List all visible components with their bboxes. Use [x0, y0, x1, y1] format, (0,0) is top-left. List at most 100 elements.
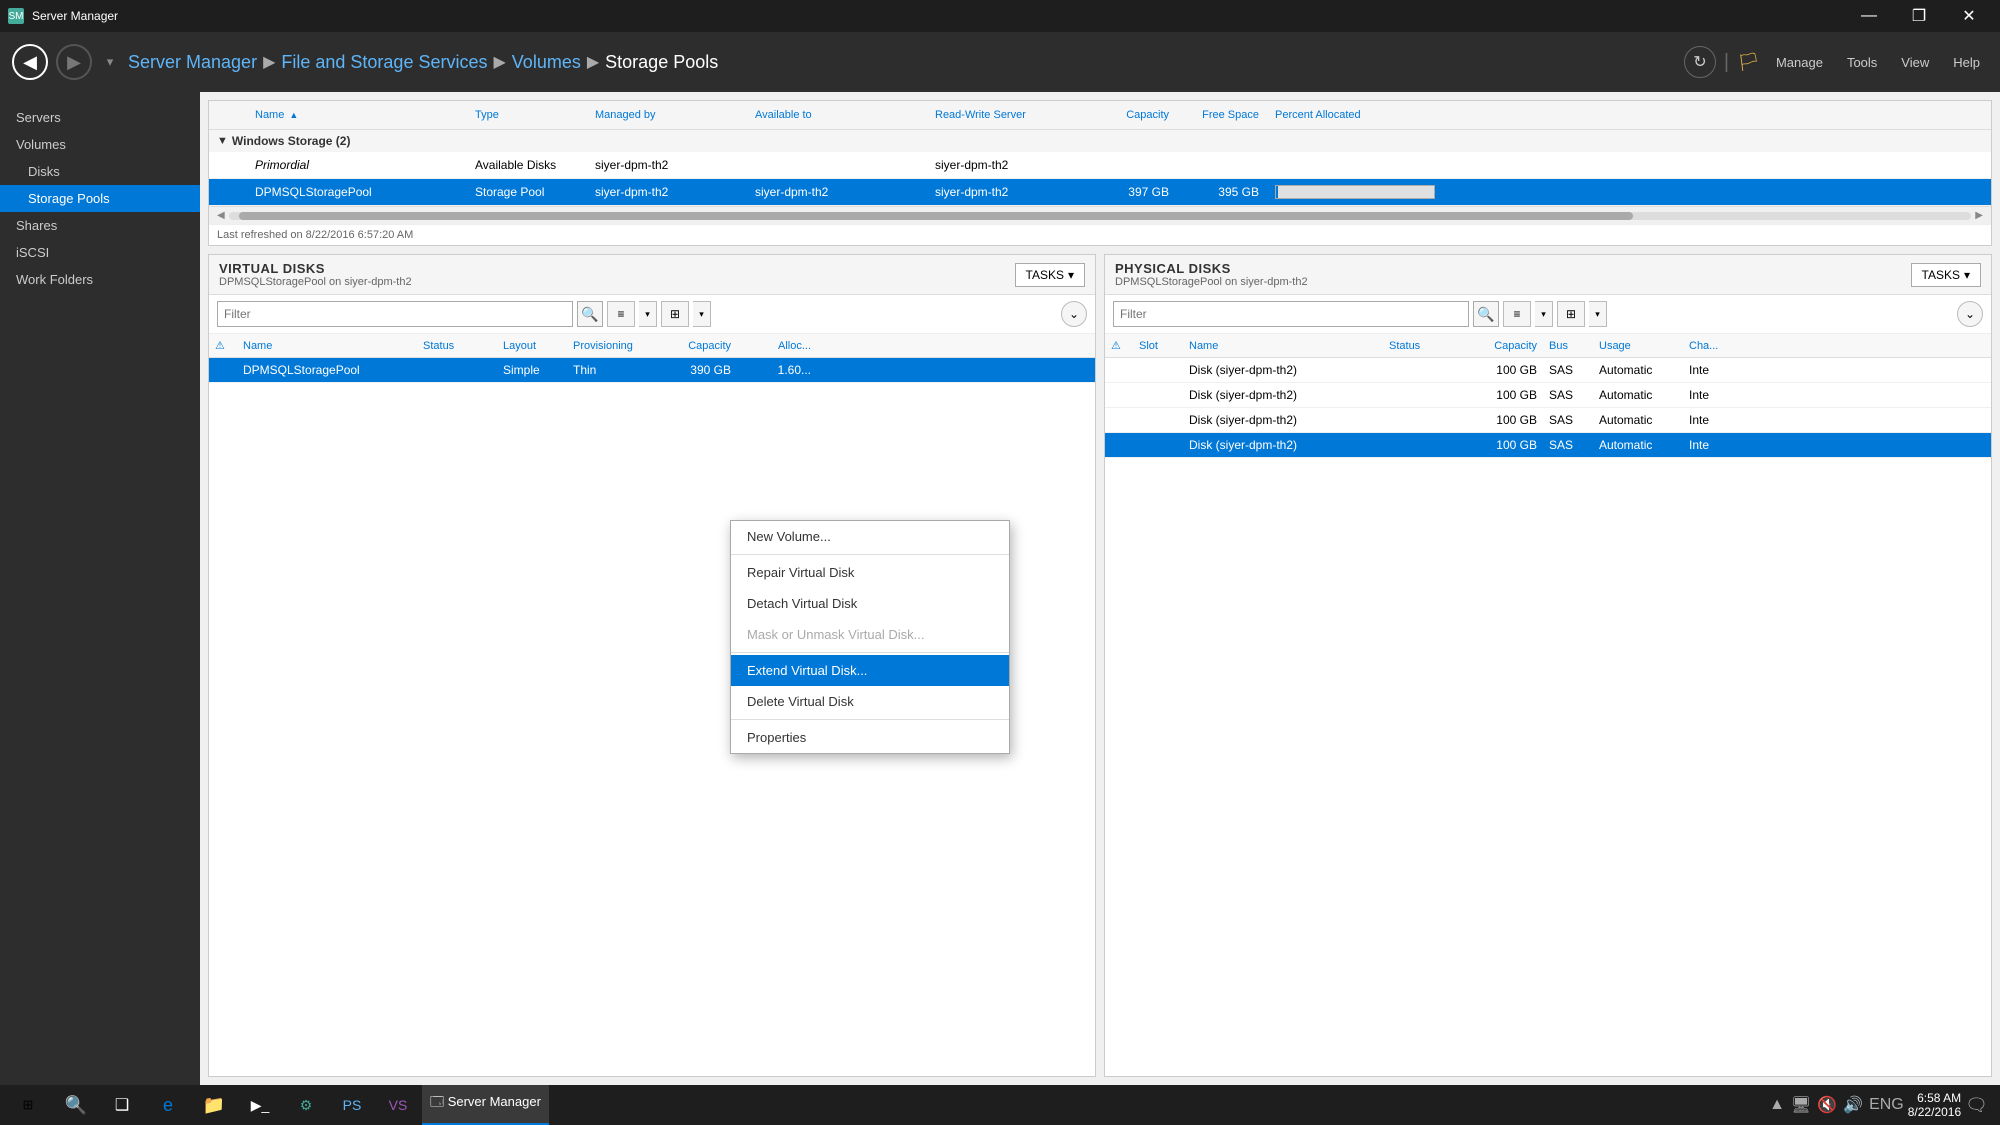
content-area: Name ▲ Type Managed by Available to Read… [200, 92, 2000, 1085]
title-bar: SM Server Manager — ❐ ✕ [0, 0, 2000, 32]
vdisk-tasks-button[interactable]: TASKS ▾ [1015, 263, 1086, 287]
speaker-icon[interactable]: 🔊 [1843, 1095, 1863, 1115]
pdisk-grid-icon[interactable]: ⊞ [1557, 301, 1585, 327]
taskbar-ps[interactable]: PS [330, 1085, 374, 1125]
sidebar-item-shares[interactable]: Shares [0, 212, 200, 239]
taskbar-search[interactable]: 🔍 [54, 1085, 98, 1125]
vdisk-grid-dropdown[interactable]: ▾ [693, 301, 711, 327]
minimize-button[interactable]: — [1846, 0, 1892, 32]
table-row-selected[interactable]: DPMSQLStoragePool Storage Pool siyer-dpm… [209, 179, 1991, 206]
td-warning [217, 189, 247, 195]
taskbar-task-view[interactable]: ❑ [100, 1085, 144, 1125]
sidebar-item-disks[interactable]: Disks [0, 158, 200, 185]
vdisk-grid-icon[interactable]: ⊞ [661, 301, 689, 327]
pdisk-th-usage[interactable]: Usage [1593, 337, 1683, 355]
pdisk-th-status[interactable]: Status [1383, 337, 1463, 355]
help-button[interactable]: Help [1945, 51, 1988, 74]
th-available[interactable]: Available to [747, 105, 927, 125]
ctx-separator [731, 554, 1009, 555]
notification-icon[interactable]: 🗨 [1965, 1095, 1988, 1116]
th-name[interactable]: Name ▲ [247, 105, 467, 125]
vdisk-th-layout[interactable]: Layout [497, 337, 567, 355]
vdisk-th-alloc[interactable]: Alloc... [737, 337, 817, 355]
pdisk-view-icon[interactable]: ≡ [1503, 301, 1531, 327]
eng-label[interactable]: ENG [1869, 1096, 1904, 1114]
tools-button[interactable]: Tools [1839, 51, 1885, 74]
pdisk-table-header: ⚠ Slot Name Status Capacity Bus Usage Ch… [1105, 334, 1991, 358]
breadcrumb-volumes[interactable]: Volumes [512, 52, 581, 73]
pdisk-row[interactable]: Disk (siyer-dpm-th2) 100 GB SAS Automati… [1105, 358, 1991, 383]
pdisk-row[interactable]: Disk (siyer-dpm-th2) 100 GB SAS Automati… [1105, 408, 1991, 433]
th-capacity[interactable]: Capacity [1087, 105, 1177, 125]
section-expand-icon[interactable]: ▼ [217, 135, 228, 147]
pdisk-view-dropdown[interactable]: ▾ [1535, 301, 1553, 327]
vdisk-th-name[interactable]: Name [237, 337, 417, 355]
show-hidden-icon[interactable]: ▲ [1769, 1096, 1785, 1114]
sidebar-item-iscsi[interactable]: iSCSI [0, 239, 200, 266]
scroll-right[interactable]: ▶ [1971, 210, 1987, 221]
scroll-thumb[interactable] [239, 212, 1633, 220]
vdisk-view-dropdown[interactable]: ▾ [639, 301, 657, 327]
vdisk-th-provisioning[interactable]: Provisioning [567, 337, 657, 355]
start-button[interactable]: ⊞ [4, 1085, 52, 1125]
th-rw-server[interactable]: Read-Write Server [927, 105, 1087, 125]
vdisk-row[interactable]: DPMSQLStoragePool Simple Thin 390 GB 1.6… [209, 358, 1095, 383]
breadcrumb-server-manager[interactable]: Server Manager [128, 52, 257, 73]
pdisk-row[interactable]: Disk (siyer-dpm-th2) 100 GB SAS Automati… [1105, 383, 1991, 408]
sidebar-item-work-folders[interactable]: Work Folders [0, 266, 200, 293]
taskbar-cmd[interactable]: ▶_ [238, 1085, 282, 1125]
pdisk-search-button[interactable]: 🔍 [1473, 301, 1499, 327]
table-row[interactable]: Primordial Available Disks siyer-dpm-th2… [209, 152, 1991, 179]
pdisk-row-selected[interactable]: Disk (siyer-dpm-th2) 100 GB SAS Automati… [1105, 433, 1991, 458]
th-freespace[interactable]: Free Space [1177, 105, 1267, 125]
network-icon[interactable]: 🖥 [1791, 1095, 1811, 1115]
sidebar-item-volumes[interactable]: Volumes [0, 131, 200, 158]
pdisk-th-capacity[interactable]: Capacity [1463, 337, 1543, 355]
forward-button[interactable]: ▶ [56, 44, 92, 80]
pdisk-th-slot[interactable]: Slot [1133, 337, 1183, 355]
taskbar-explorer[interactable]: 📁 [192, 1085, 236, 1125]
pdisk-tasks-button[interactable]: TASKS ▾ [1911, 263, 1982, 287]
taskbar-clock[interactable]: 6:58 AM 8/22/2016 [1908, 1091, 1961, 1119]
view-button[interactable]: View [1893, 51, 1937, 74]
close-button[interactable]: ✕ [1946, 0, 1992, 32]
th-percent[interactable]: Percent Allocated [1267, 105, 1447, 125]
ctx-delete-vdisk[interactable]: Delete Virtual Disk [731, 686, 1009, 717]
ctx-new-volume[interactable]: New Volume... [731, 521, 1009, 552]
vdisk-expand-button[interactable]: ⌄ [1061, 301, 1087, 327]
sidebar-item-servers[interactable]: Servers [0, 104, 200, 131]
ctx-extend-vdisk[interactable]: Extend Virtual Disk... [731, 655, 1009, 686]
vdisk-view-icon[interactable]: ≡ [607, 301, 635, 327]
maximize-button[interactable]: ❐ [1896, 0, 1942, 32]
taskbar-active-app[interactable]: 🗔 Server Manager [422, 1085, 549, 1125]
scroll-track[interactable] [229, 212, 1972, 220]
ctx-repair-vdisk[interactable]: Repair Virtual Disk [731, 557, 1009, 588]
sidebar-item-storage-pools[interactable]: Storage Pools [0, 185, 200, 212]
pdisk-expand-button[interactable]: ⌄ [1957, 301, 1983, 327]
th-type[interactable]: Type [467, 105, 587, 125]
vdisk-th-capacity[interactable]: Capacity [657, 337, 737, 355]
taskbar-ie[interactable]: e [146, 1085, 190, 1125]
pdisk-th-bus[interactable]: Bus [1543, 337, 1593, 355]
refresh-button[interactable]: ↻ [1684, 46, 1716, 78]
taskbar-vs[interactable]: VS [376, 1085, 420, 1125]
taskbar-server-mgr[interactable]: ⚙ [284, 1085, 328, 1125]
horizontal-scrollbar[interactable]: ◀ ▶ [209, 206, 1991, 224]
vdisk-search-button[interactable]: 🔍 [577, 301, 603, 327]
th-managed[interactable]: Managed by [587, 105, 747, 125]
volume-icon[interactable]: 🔇 [1817, 1095, 1837, 1115]
breadcrumb-file-storage[interactable]: File and Storage Services [281, 52, 487, 73]
back-button[interactable]: ◀ [12, 44, 48, 80]
pdisk-filter-input[interactable] [1113, 301, 1469, 327]
pdisk-grid-dropdown[interactable]: ▾ [1589, 301, 1607, 327]
nav-dropdown[interactable]: ▾ [100, 44, 120, 80]
vdisk-filter-input[interactable] [217, 301, 573, 327]
scroll-left[interactable]: ◀ [213, 210, 229, 221]
pdisk-th-chassis[interactable]: Cha... [1683, 337, 1733, 355]
vdisk-th-status[interactable]: Status [417, 337, 497, 355]
flag-icon[interactable]: 🏳 [1737, 52, 1760, 73]
pdisk-th-name[interactable]: Name [1183, 337, 1383, 355]
ctx-detach-vdisk[interactable]: Detach Virtual Disk [731, 588, 1009, 619]
ctx-properties[interactable]: Properties [731, 722, 1009, 753]
manage-button[interactable]: Manage [1768, 51, 1831, 74]
